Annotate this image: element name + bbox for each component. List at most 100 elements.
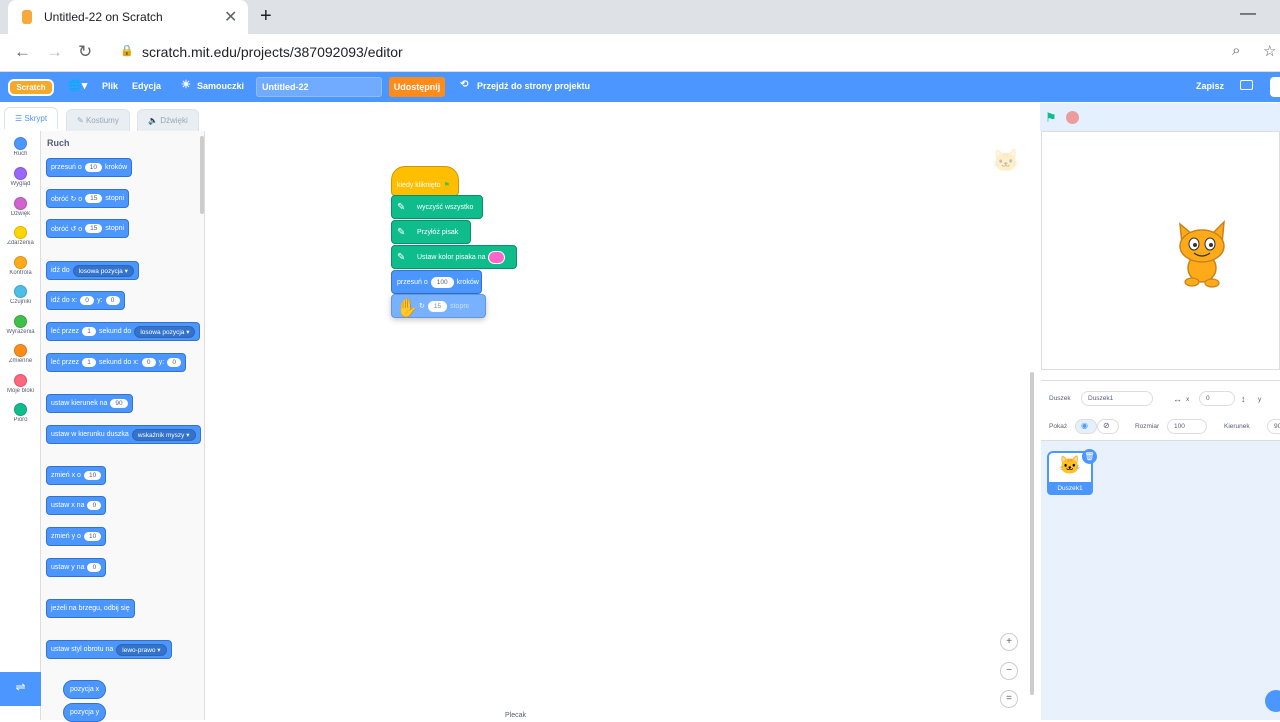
category-8[interactable]: Moje bloki bbox=[0, 374, 41, 394]
bookmark-star-icon[interactable]: ☆ bbox=[1263, 42, 1276, 60]
category-0[interactable]: Ruch bbox=[0, 137, 41, 157]
block-number-input[interactable]: 0 bbox=[105, 296, 120, 305]
block-number-input[interactable]: 90 bbox=[110, 399, 128, 408]
palette-block[interactable]: ustaw y na 0 bbox=[46, 558, 107, 577]
forward-icon[interactable]: → bbox=[46, 42, 63, 62]
reload-icon[interactable]: ↻ bbox=[78, 42, 92, 62]
scratch-cat-sprite[interactable] bbox=[1168, 216, 1234, 290]
block-dropdown[interactable]: lewo-prawo ▾ bbox=[116, 643, 167, 656]
category-1[interactable]: Wygląd bbox=[0, 167, 41, 187]
save-button[interactable]: Zapisz bbox=[1196, 81, 1224, 91]
block-number-input[interactable]: 15 bbox=[85, 194, 103, 203]
close-tab-icon[interactable]: ✕ bbox=[224, 7, 237, 27]
workspace-scrollbar[interactable] bbox=[1030, 372, 1034, 695]
sprite-name-input[interactable]: Duszek1 bbox=[1081, 391, 1153, 406]
palette-block[interactable]: zmień x o 10 bbox=[46, 466, 107, 485]
see-project-button[interactable]: Przejdź do strony projektu bbox=[477, 81, 590, 91]
x-input[interactable]: 0 bbox=[1199, 391, 1235, 406]
hide-icon[interactable]: ⊘ bbox=[1097, 419, 1119, 434]
block-dropdown[interactable]: wskaźnik myszy ▾ bbox=[131, 428, 196, 441]
block-number-input[interactable]: 1 bbox=[82, 358, 97, 367]
palette-block[interactable]: leć przez 1 sekund do losowa pozycja ▾ bbox=[46, 322, 201, 341]
palette-block[interactable]: obróć ↺ o 15 stopni bbox=[46, 219, 130, 238]
scratch-logo[interactable]: Scratch bbox=[8, 79, 54, 96]
move-steps-block[interactable]: przesuń o 100 kroków bbox=[391, 270, 482, 294]
block-number-input[interactable]: 0 bbox=[167, 358, 182, 367]
tab-costumes[interactable]: ✎ Kostiumy bbox=[66, 109, 130, 131]
category-4[interactable]: Kontrola bbox=[0, 256, 41, 276]
my-stuff-folder-icon[interactable] bbox=[1240, 80, 1253, 90]
stop-button[interactable] bbox=[1066, 111, 1079, 124]
add-sprite-button[interactable] bbox=[1265, 690, 1280, 712]
palette-block[interactable]: zmień y o 10 bbox=[46, 527, 107, 546]
block-text: pozycja x bbox=[70, 686, 100, 693]
pen-down-block[interactable]: ✎ Przyłóż pisak bbox=[391, 220, 471, 244]
tab-sounds[interactable]: 🔈 Dźwięki bbox=[137, 109, 199, 131]
palette-block[interactable]: ustaw kierunek na 90 bbox=[46, 394, 133, 413]
palette-block[interactable]: przesuń o 10 kroków bbox=[46, 158, 133, 177]
palette-scrollbar[interactable] bbox=[200, 136, 204, 214]
palette-block[interactable]: ustaw w kierunku duszka wskaźnik myszy ▾ bbox=[46, 425, 201, 444]
green-flag-button[interactable]: ⚑ bbox=[1045, 110, 1057, 126]
palette-block[interactable]: obróć ↻ o 15 stopni bbox=[46, 189, 130, 208]
backpack-bar[interactable] bbox=[206, 712, 1035, 720]
backpack-label[interactable]: Plecak bbox=[505, 712, 526, 719]
block-number-input[interactable]: 1 bbox=[82, 327, 97, 336]
block-number-input[interactable]: 0 bbox=[141, 358, 156, 367]
account-button[interactable] bbox=[1270, 77, 1280, 97]
category-7[interactable]: Zmienne bbox=[0, 344, 41, 364]
palette-block[interactable]: ustaw x na 0 bbox=[46, 496, 107, 515]
block-number-input[interactable]: 10 bbox=[84, 163, 102, 172]
block-number-input[interactable]: 10 bbox=[83, 471, 102, 480]
block-dropdown[interactable]: losowa pozycja ▾ bbox=[134, 325, 196, 338]
minimize-window-icon[interactable]: — bbox=[1240, 5, 1256, 23]
block-number-input[interactable]: 0 bbox=[80, 296, 95, 305]
zoom-out-icon[interactable]: − bbox=[1000, 662, 1018, 680]
back-icon[interactable]: ← bbox=[14, 42, 31, 62]
project-title-input[interactable]: Untitled-22 bbox=[256, 77, 382, 97]
file-menu[interactable]: Plik bbox=[102, 81, 118, 91]
direction-input[interactable]: 90 bbox=[1267, 419, 1280, 434]
add-extension-button[interactable]: ⇌ bbox=[0, 672, 41, 706]
set-pen-color-block[interactable]: ✎ Ustaw kolor pisaka na bbox=[391, 245, 517, 269]
clear-block[interactable]: ✎ wyczyść wszystko bbox=[391, 195, 483, 219]
stage[interactable] bbox=[1041, 131, 1280, 370]
palette-block[interactable]: pozycja y bbox=[63, 703, 107, 722]
share-button[interactable]: Udostępnij bbox=[389, 77, 445, 97]
category-6[interactable]: Wyrażenia bbox=[0, 315, 41, 335]
palette-block[interactable]: idź do x: 0 y: 0 bbox=[46, 291, 125, 310]
palette-block[interactable]: jeżeli na brzegu, odbij się bbox=[46, 599, 135, 618]
block-dropdown[interactable]: losowa pozycja ▾ bbox=[72, 264, 134, 277]
turn-degrees-input[interactable]: 15 bbox=[427, 300, 448, 312]
edit-menu[interactable]: Edycja bbox=[132, 81, 161, 91]
new-tab-icon[interactable]: + bbox=[260, 5, 272, 28]
block-number-input[interactable]: 0 bbox=[87, 563, 102, 572]
url-text[interactable]: scratch.mit.edu/projects/387092093/edito… bbox=[142, 44, 403, 60]
tutorials-menu[interactable]: Samouczki bbox=[197, 81, 244, 91]
palette-block[interactable]: pozycja x bbox=[63, 680, 107, 699]
zoom-in-icon[interactable]: + bbox=[1000, 633, 1018, 651]
category-5[interactable]: Czujniki bbox=[0, 285, 41, 305]
zoom-reset-icon[interactable]: = bbox=[1000, 690, 1018, 708]
palette-block[interactable]: ustaw styl obrotu na lewo-prawo ▾ bbox=[46, 640, 172, 659]
block-number-input[interactable]: 10 bbox=[83, 532, 102, 541]
palette-block[interactable]: idź do losowa pozycja ▾ bbox=[46, 261, 139, 280]
zoom-icon[interactable]: ⌕ bbox=[1232, 42, 1240, 59]
show-visible-icon[interactable]: ◉ bbox=[1075, 419, 1097, 434]
when-flag-clicked-block[interactable]: kiedy kliknięto ⚑ bbox=[391, 166, 459, 196]
palette-block[interactable]: leć przez 1 sekund do x: 0 y: 0 bbox=[46, 353, 187, 372]
category-3[interactable]: Zdarzenia bbox=[0, 226, 41, 246]
move-steps-input[interactable]: 100 bbox=[430, 276, 454, 288]
block-number-input[interactable]: 0 bbox=[87, 501, 102, 510]
size-input[interactable]: 100 bbox=[1167, 419, 1207, 434]
block-number-input[interactable]: 15 bbox=[85, 224, 103, 233]
browser-tab[interactable]: Untitled-22 on Scratch ✕ bbox=[8, 0, 248, 34]
delete-sprite-icon[interactable]: 🗑 bbox=[1082, 449, 1097, 464]
category-9[interactable]: Pióro bbox=[0, 403, 41, 423]
category-2[interactable]: Dźwięk bbox=[0, 197, 41, 217]
current-sprite-watermark-icon: 🐱 bbox=[992, 148, 1020, 173]
language-globe-icon[interactable]: 🌐▾ bbox=[68, 79, 87, 92]
script-workspace[interactable] bbox=[206, 131, 1035, 711]
tab-code[interactable]: ☰ Skrypt bbox=[4, 107, 59, 129]
pen-color-swatch[interactable] bbox=[488, 250, 506, 264]
